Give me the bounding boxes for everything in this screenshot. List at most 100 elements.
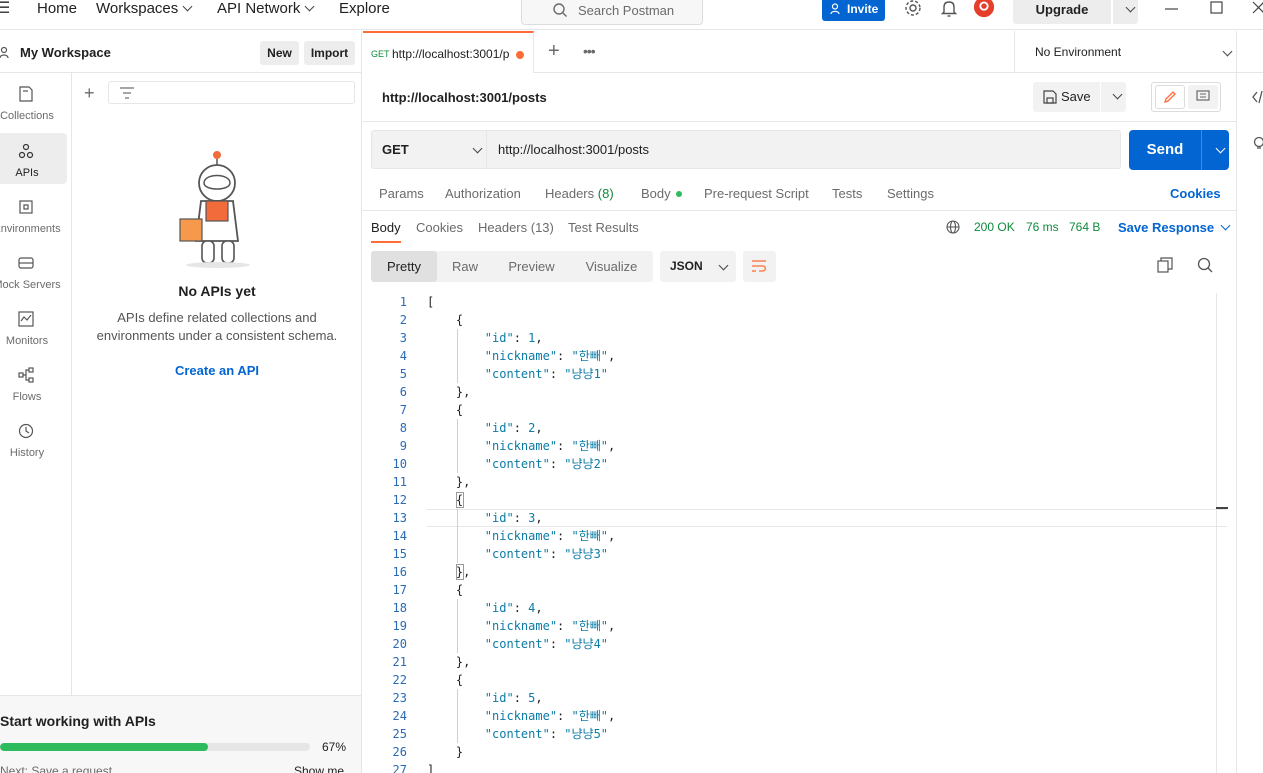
tab-authorization[interactable]: Authorization xyxy=(445,186,521,201)
response-size[interactable]: 764 B xyxy=(1069,220,1100,234)
code-text: "id": 1, xyxy=(484,331,543,345)
more-tabs-icon[interactable]: ••• xyxy=(583,43,596,59)
nav-explore[interactable]: Explore xyxy=(339,0,390,18)
send-dropdown-button[interactable] xyxy=(1201,130,1229,170)
request-tab[interactable]: GET http://localhost:3001/p xyxy=(363,31,534,73)
status-code[interactable]: 200 OK xyxy=(974,220,1015,234)
tab-tests[interactable]: Tests xyxy=(832,186,862,201)
filter-input[interactable] xyxy=(108,81,355,104)
show-me-link[interactable]: Show me xyxy=(294,764,344,773)
code-text: { xyxy=(427,673,464,687)
response-tab-body[interactable]: Body xyxy=(371,220,401,235)
line-number: 9 xyxy=(399,439,407,453)
sidebar-item-environments[interactable]: Environments xyxy=(0,189,67,240)
code-line: 19 "nickname": "한빼", xyxy=(363,617,1227,635)
import-button[interactable]: Import xyxy=(304,41,355,65)
code-line: 25 "content": "냥냥5" xyxy=(363,725,1227,743)
request-editor: http://localhost:3001/posts Save GET htt… xyxy=(363,73,1236,773)
chevron-down-icon xyxy=(472,143,483,154)
close-window-icon[interactable] xyxy=(1252,0,1263,18)
tab-body[interactable]: Body xyxy=(641,186,682,201)
line-number: 14 xyxy=(392,529,407,543)
empty-state-title: No APIs yet xyxy=(178,283,256,299)
response-tab-test-results[interactable]: Test Results xyxy=(568,220,639,235)
view-raw[interactable]: Raw xyxy=(437,251,493,282)
tab-pre-request-script[interactable]: Pre-request Script xyxy=(704,186,809,201)
upgrade-label: Upgrade xyxy=(1035,2,1089,17)
view-pretty[interactable]: Pretty xyxy=(371,251,437,282)
wrap-lines-button[interactable] xyxy=(743,251,776,282)
comments-mode-button[interactable] xyxy=(1188,85,1218,109)
request-title[interactable]: http://localhost:3001/posts xyxy=(382,90,547,105)
chevron-down-icon xyxy=(1215,143,1226,154)
code-snippet-icon[interactable] xyxy=(1252,89,1263,105)
edit-mode-button[interactable] xyxy=(1155,85,1185,109)
send-button[interactable]: Send xyxy=(1129,130,1201,170)
line-number: 18 xyxy=(392,601,407,615)
save-dropdown-button[interactable] xyxy=(1101,82,1126,112)
editor-scrollbar[interactable] xyxy=(1216,293,1228,773)
response-tab-headers[interactable]: Headers (13) xyxy=(478,220,554,235)
add-api-button[interactable]: + xyxy=(84,84,95,102)
lightbulb-icon[interactable] xyxy=(1252,136,1263,152)
matched-bracket-highlight xyxy=(456,564,464,580)
search-input[interactable]: Search Postman xyxy=(521,0,703,25)
maximize-icon[interactable] xyxy=(1210,0,1224,18)
view-preview[interactable]: Preview xyxy=(493,251,570,282)
new-tab-button[interactable]: + xyxy=(548,41,560,61)
code-text: "content": "냥냥4" xyxy=(484,637,609,651)
search-icon[interactable] xyxy=(1197,257,1213,273)
sidebar-item-monitors[interactable]: Monitors xyxy=(0,301,67,352)
code-line: 5 "content": "냥냥1" xyxy=(363,365,1227,383)
chevron-down-icon xyxy=(182,1,193,12)
workspace-title[interactable]: My Workspace xyxy=(20,45,111,60)
format-select[interactable]: JSON xyxy=(660,251,736,282)
settings-gear-icon[interactable] xyxy=(902,0,924,20)
search-placeholder: Search Postman xyxy=(578,3,675,18)
tab-settings[interactable]: Settings xyxy=(887,186,934,201)
notifications-bell-icon[interactable] xyxy=(938,0,960,20)
sidebar-item-apis[interactable]: APIs xyxy=(0,133,67,184)
view-mode-selector: Pretty Raw Preview Visualize xyxy=(371,251,653,282)
code-text: "id": 5, xyxy=(484,691,543,705)
minimize-icon[interactable] xyxy=(1165,0,1179,18)
nav-home-label: Home xyxy=(37,0,78,17)
sidebar-item-mock-servers[interactable]: Mock Servers xyxy=(0,245,67,296)
response-body-editor[interactable]: 1[2 {3 "id": 1, 4 "nickname": "한빼", 5 "con… xyxy=(363,293,1227,773)
code-line: 2 { xyxy=(363,311,1227,329)
save-response-button[interactable]: Save Response xyxy=(1118,220,1231,235)
invite-button[interactable]: Invite xyxy=(822,0,885,21)
copy-icon[interactable] xyxy=(1157,257,1173,273)
code-line: 3 "id": 1, xyxy=(363,329,1227,347)
url-input[interactable]: http://localhost:3001/posts xyxy=(487,130,1121,169)
sidebar-item-collections[interactable]: Collections xyxy=(0,76,67,127)
code-line: 13 "id": 3, xyxy=(363,509,1227,527)
user-avatar[interactable] xyxy=(973,0,995,18)
line-number: 6 xyxy=(399,385,407,399)
create-api-link[interactable]: Create an API xyxy=(72,363,362,378)
nav-home[interactable]: Home xyxy=(37,0,77,18)
chevron-down-icon xyxy=(1220,220,1231,231)
environment-selector[interactable]: No Environment xyxy=(1014,31,1237,73)
response-time[interactable]: 76 ms xyxy=(1026,220,1059,234)
menu-icon[interactable]: ☰ xyxy=(0,0,12,18)
save-label: Save xyxy=(1061,89,1091,104)
tab-body-label: Body xyxy=(641,186,671,201)
cookies-link[interactable]: Cookies xyxy=(1170,186,1221,201)
upgrade-button[interactable]: Upgrade xyxy=(1013,0,1111,24)
method-select[interactable]: GET xyxy=(371,130,487,169)
mock-servers-icon xyxy=(18,257,34,269)
globe-icon[interactable] xyxy=(946,220,960,234)
sidebar-item-flows[interactable]: Flows xyxy=(0,357,67,408)
upgrade-dropdown-button[interactable] xyxy=(1113,0,1138,24)
code-text: "nickname": "한빼", xyxy=(484,529,616,543)
view-visualize[interactable]: Visualize xyxy=(570,251,653,282)
response-tab-cookies[interactable]: Cookies xyxy=(416,220,463,235)
tab-headers[interactable]: Headers (8) xyxy=(545,186,614,201)
nav-workspaces[interactable]: Workspaces xyxy=(96,0,193,18)
tab-params[interactable]: Params xyxy=(379,186,424,201)
new-button[interactable]: New xyxy=(260,41,299,65)
sidebar-item-history[interactable]: History xyxy=(0,413,67,464)
save-button[interactable]: Save xyxy=(1033,82,1100,112)
nav-api-network[interactable]: API Network xyxy=(217,0,315,18)
